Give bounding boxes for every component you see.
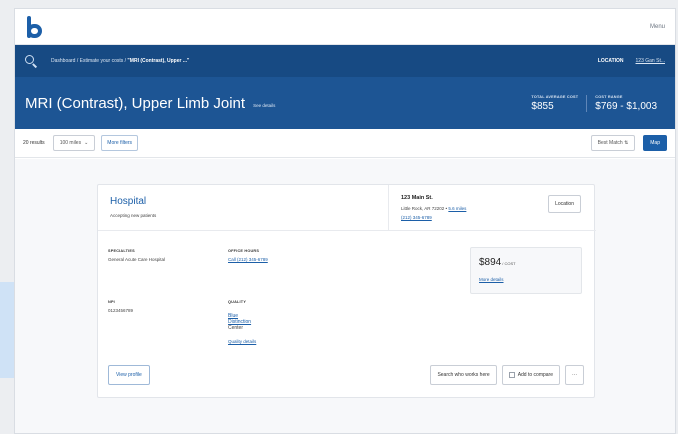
menu-button[interactable]: Menu bbox=[650, 24, 665, 30]
sort-value: Best Match bbox=[597, 140, 623, 146]
cost-range-value: $769 - $1,003 bbox=[595, 100, 657, 112]
nav-band: Dashboard / Estimate your costs / "MRI (… bbox=[15, 45, 675, 77]
add-to-compare-button[interactable]: Add to compare bbox=[501, 365, 560, 385]
breadcrumb: Dashboard / Estimate your costs / "MRI (… bbox=[51, 58, 189, 64]
background-panel bbox=[0, 282, 14, 378]
distance-select[interactable]: 100 miles ⌄ bbox=[52, 135, 96, 151]
total-average-cost: TOTAL AVERAGE COST $855 bbox=[523, 95, 586, 112]
npi-label: NPI bbox=[108, 300, 115, 304]
quality-label: QUALITY bbox=[228, 300, 247, 304]
chevron-down-icon: ⌄ bbox=[84, 140, 89, 146]
cost-range: COST RANGE $769 - $1,003 bbox=[586, 94, 665, 112]
brand-logo-icon[interactable] bbox=[25, 15, 45, 38]
specialties-label: SPECIALTIES bbox=[108, 249, 135, 253]
specialties-value: General Acute Care Hospital bbox=[108, 257, 166, 262]
card-actions: Search who works here Add to compare ··· bbox=[430, 365, 584, 385]
more-actions-button[interactable]: ··· bbox=[565, 365, 584, 385]
breadcrumb-current: "MRI (Contrast), Upper ..." bbox=[127, 58, 190, 64]
breadcrumb-path[interactable]: Dashboard / Estimate your costs / bbox=[51, 58, 127, 64]
total-average-label: TOTAL AVERAGE COST bbox=[531, 94, 579, 99]
see-details-link[interactable]: See details bbox=[253, 103, 275, 108]
view-profile-button[interactable]: View profile bbox=[108, 365, 150, 385]
sort-select[interactable]: Best Match ⇅ bbox=[590, 135, 636, 151]
more-details-link[interactable]: More details bbox=[479, 277, 573, 282]
npi-value: 0123456789 bbox=[108, 308, 134, 313]
quality-details-link[interactable]: Quality details bbox=[228, 339, 256, 344]
results-count: 20 results bbox=[23, 140, 45, 146]
more-filters-button[interactable]: More filters bbox=[101, 135, 139, 151]
compare-checkbox[interactable] bbox=[508, 372, 515, 378]
quality-badge[interactable]: Blue Distinction Center bbox=[228, 313, 251, 331]
procedure-header: MRI (Contrast), Upper Limb Joint See det… bbox=[15, 77, 675, 129]
provider-name-link[interactable]: Hospital bbox=[110, 196, 146, 207]
card-divider bbox=[98, 230, 596, 231]
search-icon[interactable] bbox=[25, 55, 38, 68]
provider-price: $894/ COST bbox=[479, 257, 573, 268]
results-list: Hospital Accepting new patients 123 Main… bbox=[15, 159, 675, 433]
location-label: LOCATION bbox=[597, 58, 624, 64]
quality-line-3: Center bbox=[228, 325, 244, 331]
filter-bar: 20 results 100 miles ⌄ More filters Best… bbox=[15, 129, 675, 158]
price-box: $894/ COST More details bbox=[470, 247, 582, 294]
accepting-patients-text: Accepting new patients bbox=[110, 213, 157, 218]
office-hours-label: OFFICE HOURS bbox=[228, 249, 260, 253]
cost-range-label: COST RANGE bbox=[595, 94, 623, 99]
add-to-compare-label: Add to compare bbox=[517, 372, 553, 378]
provider-card: Hospital Accepting new patients 123 Main… bbox=[97, 184, 596, 398]
city-text: Little Rock, AR 72202 • bbox=[401, 206, 449, 211]
map-button[interactable]: Map bbox=[643, 135, 667, 151]
top-bar: Menu bbox=[15, 9, 675, 45]
office-hours-phone-link[interactable]: Call (212) 345-6789 bbox=[228, 257, 268, 262]
distance-link[interactable]: 5.6 miles bbox=[448, 206, 466, 211]
phone-link[interactable]: (212) 345-6789 bbox=[401, 215, 596, 220]
search-who-works-button[interactable]: Search who works here bbox=[430, 365, 497, 385]
page-title: MRI (Contrast), Upper Limb Joint bbox=[25, 94, 246, 112]
total-average-value: $855 bbox=[531, 100, 554, 112]
location-link[interactable]: 123 Gan St... bbox=[636, 58, 665, 64]
distance-value: 100 miles bbox=[59, 140, 82, 146]
sort-icon: ⇅ bbox=[624, 140, 629, 146]
app-window: Menu Dashboard / Estimate your costs / "… bbox=[14, 8, 676, 434]
price-value: $894 bbox=[479, 257, 502, 268]
price-unit: / COST bbox=[502, 261, 516, 266]
location-button[interactable]: Location bbox=[548, 195, 581, 213]
